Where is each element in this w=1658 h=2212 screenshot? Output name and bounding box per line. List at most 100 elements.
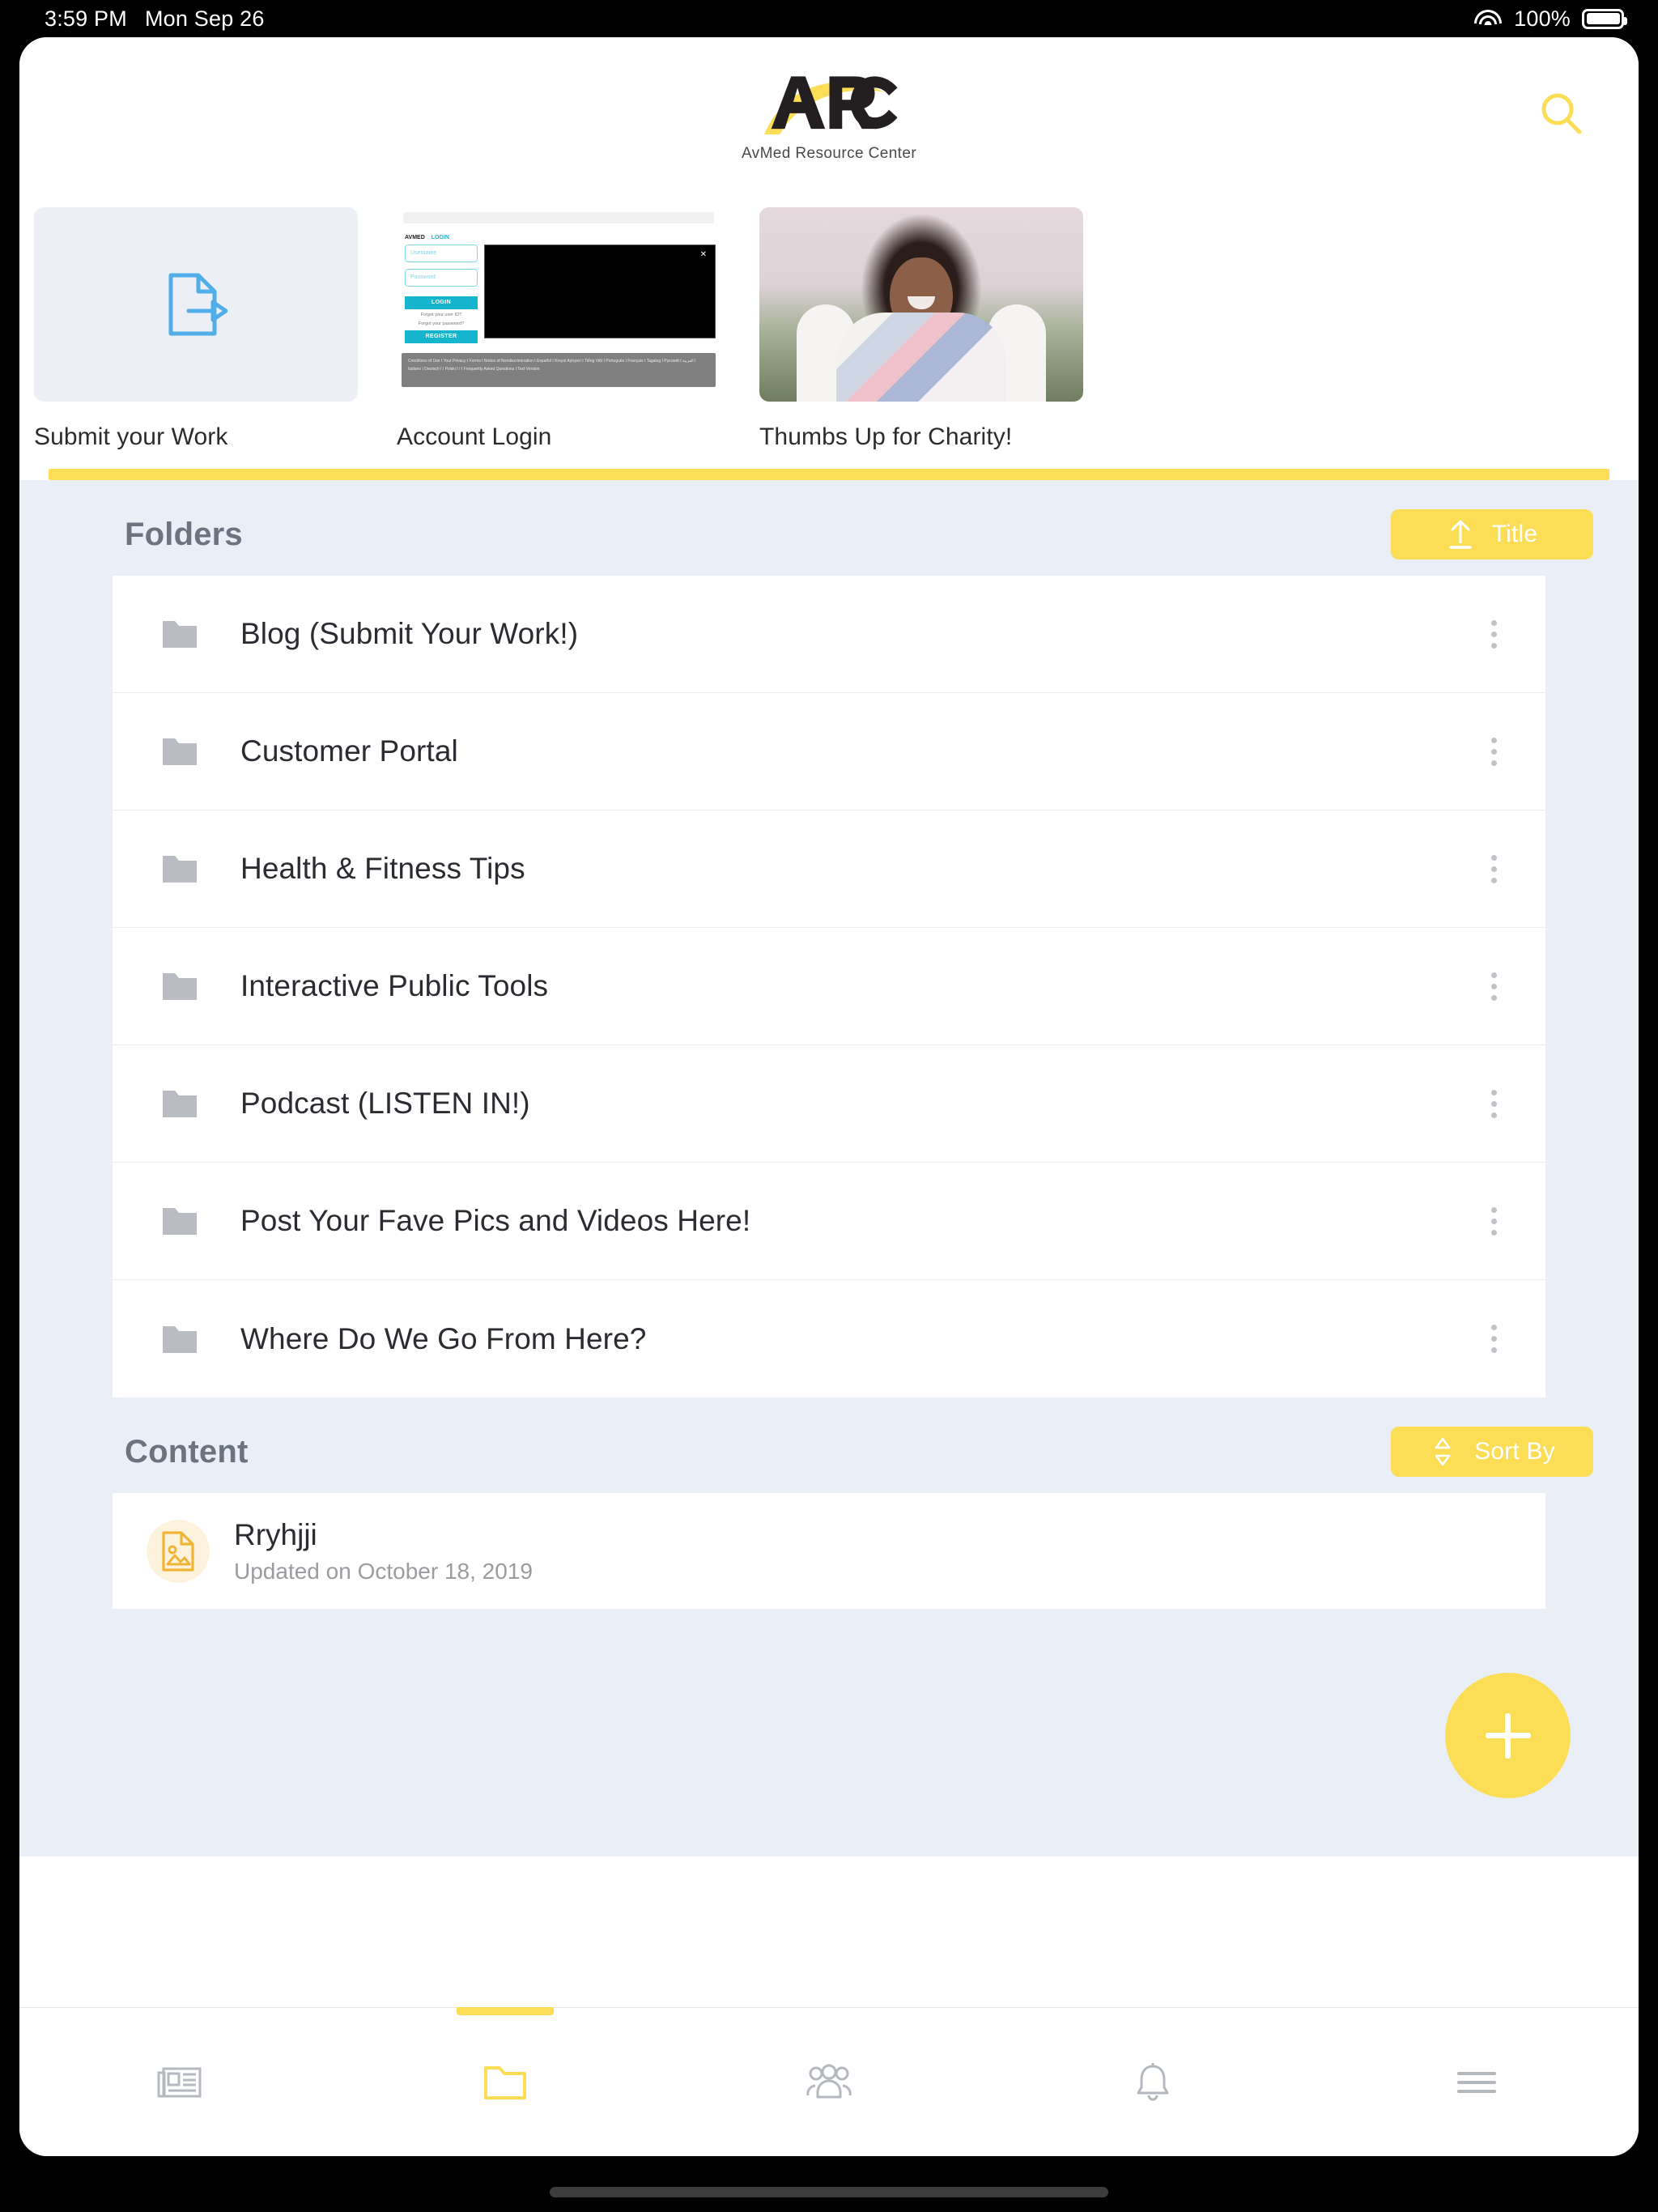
hamburger-menu-icon — [1457, 2071, 1496, 2093]
yellow-divider — [49, 469, 1609, 480]
mock-forgot-password-link: Forgot your password? — [418, 321, 465, 326]
mock-brand-link: LOGIN — [431, 235, 449, 240]
image-document-icon — [147, 1519, 210, 1583]
folder-name: Blog (Submit Your Work!) — [240, 617, 579, 650]
battery-percent-label: 100% — [1514, 6, 1571, 31]
app-header: AvMed Resource Center — [19, 37, 1639, 191]
folder-icon — [163, 621, 197, 648]
arc-logo-icon — [763, 75, 897, 134]
bottom-tab-bar — [19, 2007, 1639, 2156]
folder-icon — [484, 2065, 526, 2099]
mock-brand: AVMED LOGIN — [405, 235, 449, 240]
list-item[interactable]: Rryhjji Updated on October 18, 2019 — [113, 1493, 1545, 1609]
list-item-title: Rryhjji — [234, 1517, 317, 1551]
table-row[interactable]: Where Do We Go From Here? — [113, 1280, 1545, 1397]
tab-folders[interactable] — [343, 2007, 667, 2156]
newspaper-icon — [157, 2067, 202, 2097]
row-options-icon[interactable] — [1491, 737, 1497, 766]
folder-name: Post Your Fave Pics and Videos Here! — [240, 1204, 751, 1237]
folder-name: Where Do We Go From Here? — [240, 1321, 647, 1355]
row-options-icon[interactable] — [1491, 972, 1497, 1001]
folder-icon — [163, 738, 197, 765]
tab-people[interactable] — [667, 2008, 991, 2156]
card-thumbnail: AVMED LOGIN Username Password LOGIN Forgo… — [397, 207, 721, 402]
card-account-login[interactable]: AVMED LOGIN Username Password LOGIN Forgo… — [397, 207, 721, 451]
sort-updown-icon — [1435, 1437, 1451, 1466]
folder-name: Interactive Public Tools — [240, 969, 549, 1002]
sort-by-title-button[interactable]: Title — [1391, 509, 1593, 559]
tab-menu[interactable] — [1315, 2008, 1639, 2156]
folder-name: Customer Portal — [240, 734, 458, 768]
main-content-area: Folders Title Blog (Submit Your Work!) C… — [19, 480, 1639, 1857]
list-item-texts: Rryhjji Updated on October 18, 2019 — [234, 1518, 533, 1585]
status-time: 3:59 PM — [45, 6, 127, 31]
table-row[interactable]: Blog (Submit Your Work!) — [113, 576, 1545, 693]
mock-modal-overlay: ✕ — [484, 245, 716, 338]
table-row[interactable]: Health & Fitness Tips — [113, 810, 1545, 928]
login-screenshot-mock: AVMED LOGIN Username Password LOGIN Forgo… — [397, 207, 721, 402]
sort-button-label: Title — [1491, 521, 1538, 547]
featured-cards-row: Submit your Work AVMED LOGIN Username Pas… — [19, 191, 1639, 451]
mock-brand-text: AVMED — [405, 235, 425, 240]
add-button[interactable] — [1445, 1673, 1571, 1798]
table-row[interactable]: Post Your Fave Pics and Videos Here! — [113, 1163, 1545, 1280]
content-section-header: Content Sort By — [19, 1397, 1639, 1493]
folder-name: Podcast (LISTEN IN!) — [240, 1087, 530, 1120]
wifi-icon — [1473, 8, 1503, 29]
card-thumbnail — [34, 207, 358, 402]
card-thumbnail — [759, 207, 1083, 402]
search-button[interactable] — [1530, 83, 1593, 146]
folder-icon — [163, 1325, 197, 1353]
folders-list: Blog (Submit Your Work!) Customer Portal… — [113, 576, 1545, 1397]
card-label: Account Login — [397, 423, 552, 450]
folder-icon — [163, 1208, 197, 1235]
charity-photo — [759, 207, 1083, 402]
logo-subtitle: AvMed Resource Center — [741, 144, 917, 162]
mock-password-field: Password — [405, 269, 478, 287]
folder-icon — [163, 856, 197, 883]
sort-button-label: Sort By — [1474, 1438, 1555, 1465]
card-thumbs-up-for-charity[interactable]: Thumbs Up for Charity! — [759, 207, 1083, 451]
row-options-icon[interactable] — [1491, 1089, 1497, 1118]
active-tab-indicator — [457, 2007, 554, 2015]
home-indicator — [550, 2187, 1108, 2197]
battery-icon — [1582, 8, 1627, 29]
table-row[interactable]: Interactive Public Tools — [113, 928, 1545, 1045]
status-bar-left: 3:59 PM Mon Sep 26 — [45, 6, 265, 32]
card-label: Submit your Work — [34, 423, 228, 450]
card-label: Thumbs Up for Charity! — [759, 423, 1013, 450]
bell-icon — [1137, 2062, 1169, 2100]
content-title: Content — [125, 1433, 249, 1470]
row-options-icon[interactable] — [1491, 854, 1497, 883]
people-icon — [806, 2064, 852, 2098]
row-options-icon[interactable] — [1491, 1206, 1497, 1236]
table-row[interactable]: Customer Portal — [113, 693, 1545, 810]
mock-register-button: REGISTER — [405, 330, 478, 343]
mock-modal-close-icon: ✕ — [699, 250, 707, 259]
row-options-icon[interactable] — [1491, 619, 1497, 649]
row-options-icon[interactable] — [1491, 1325, 1497, 1353]
mock-topbar — [403, 212, 714, 223]
mock-forgot-id-link: Forgot your user ID? — [420, 313, 462, 317]
app-screen: AvMed Resource Center Submit your Work A… — [19, 37, 1639, 2156]
search-icon — [1541, 93, 1582, 134]
card-submit-your-work[interactable]: Submit your Work — [34, 207, 358, 451]
sort-by-button[interactable]: Sort By — [1391, 1427, 1593, 1477]
folders-title: Folders — [125, 516, 243, 552]
folder-name: Health & Fitness Tips — [240, 852, 525, 885]
status-bar-right: 100% — [1473, 6, 1627, 32]
status-date: Mon Sep 26 — [144, 6, 265, 31]
status-bar: 3:59 PM Mon Sep 26 100% — [0, 0, 1658, 37]
folders-section-header: Folders Title — [19, 480, 1639, 576]
table-row[interactable]: Podcast (LISTEN IN!) — [113, 1045, 1545, 1163]
mock-login-button: LOGIN — [405, 296, 478, 309]
folder-icon — [163, 973, 197, 1000]
mock-username-field: Username — [405, 245, 478, 262]
tab-news[interactable] — [19, 2008, 343, 2156]
document-export-icon — [168, 273, 227, 336]
list-item-subtitle: Updated on October 18, 2019 — [234, 1558, 533, 1584]
app-logo: AvMed Resource Center — [742, 66, 916, 163]
tab-notifications[interactable] — [991, 2008, 1315, 2156]
mock-footer-links: Conditions of Use I Your Privacy I Forms… — [402, 353, 716, 387]
folder-icon — [163, 1091, 197, 1117]
